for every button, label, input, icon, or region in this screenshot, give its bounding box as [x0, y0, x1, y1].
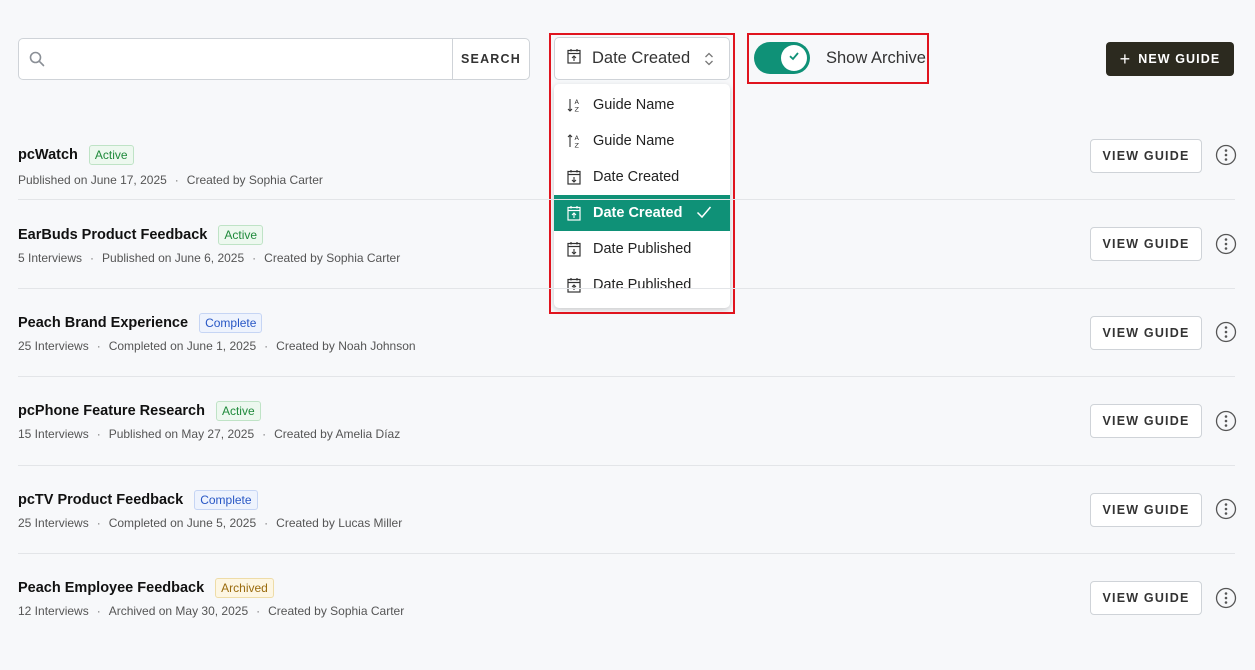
guide-meta: 25 Interviews · Completed on June 1, 202…	[18, 339, 416, 353]
guide-meta: Published on June 17, 2025 · Created by …	[18, 173, 323, 187]
new-guide-button[interactable]: + NEW GUIDE	[1106, 42, 1234, 76]
separator: ·	[256, 604, 261, 618]
separator: ·	[96, 427, 101, 441]
checkmark-icon	[788, 49, 800, 67]
interview-count: 25 Interviews	[18, 339, 89, 353]
interview-count: 15 Interviews	[18, 427, 89, 441]
view-guide-button[interactable]: VIEW GUIDE	[1090, 316, 1202, 350]
toggle-switch[interactable]	[754, 42, 810, 74]
created-by: Created by Lucas Miller	[276, 516, 403, 530]
archived-date: Archived on May 30, 2025	[108, 604, 249, 618]
separator: ·	[264, 516, 269, 530]
interview-count: 25 Interviews	[18, 516, 89, 530]
created-by: Created by Sophia Carter	[264, 251, 401, 265]
guide-meta: 15 Interviews · Published on May 27, 202…	[18, 427, 400, 441]
guide-title: Peach Employee Feedback	[18, 580, 205, 596]
sort-select[interactable]: Date Created	[554, 37, 730, 80]
published-date: Published on June 6, 2025	[102, 251, 245, 265]
view-guide-button[interactable]: VIEW GUIDE	[1090, 227, 1202, 261]
view-guide-button[interactable]: VIEW GUIDE	[1090, 493, 1202, 527]
guide-meta: 5 Interviews · Published on June 6, 2025…	[18, 251, 400, 265]
separator: ·	[252, 251, 257, 265]
calendar-arrow-up-icon	[567, 48, 581, 69]
plus-icon: +	[1119, 49, 1131, 69]
separator: ·	[262, 427, 267, 441]
list-item: Peach Brand Experience Complete 25 Inter…	[18, 289, 1237, 377]
guide-meta: 12 Interviews · Archived on May 30, 2025…	[18, 604, 404, 618]
separator: ·	[96, 516, 101, 530]
separator: ·	[96, 339, 101, 353]
status-badge: Complete	[199, 313, 263, 333]
status-badge: Active	[215, 401, 261, 421]
sort-alpha-down-icon: AZ	[567, 97, 581, 113]
status-badge: Archived	[215, 578, 274, 598]
separator: ·	[96, 604, 101, 618]
view-guide-button[interactable]: VIEW GUIDE	[1090, 581, 1202, 615]
status-badge: Active	[218, 225, 264, 245]
sort-select-value: Date Created	[592, 49, 691, 67]
interview-count: 12 Interviews	[18, 604, 89, 618]
chevron-up-down-icon	[697, 51, 721, 67]
list-item: Peach Employee Feedback Archived 12 Inte…	[18, 555, 1237, 643]
created-by: Created by Sophia Carter	[268, 604, 405, 618]
separator: ·	[264, 339, 269, 353]
search-icon	[19, 51, 55, 67]
interview-count: 5 Interviews	[18, 251, 83, 265]
guide-meta: 25 Interviews · Completed on June 5, 202…	[18, 516, 402, 530]
status-badge: Active	[88, 145, 134, 165]
new-guide-label: NEW GUIDE	[1138, 52, 1221, 66]
guide-title: pcPhone Feature Research	[18, 403, 205, 419]
more-options-icon[interactable]	[1215, 321, 1237, 343]
more-options-icon[interactable]	[1215, 144, 1237, 166]
created-by: Created by Amelia Díaz	[274, 427, 401, 441]
completed-date: Completed on June 1, 2025	[108, 339, 257, 353]
status-badge: Complete	[194, 490, 258, 510]
completed-date: Completed on June 5, 2025	[108, 516, 257, 530]
search-button[interactable]: SEARCH	[452, 39, 529, 79]
guide-title: pcTV Product Feedback	[18, 492, 184, 508]
search-input[interactable]	[55, 39, 452, 79]
toggle-knob	[781, 45, 807, 71]
view-guide-button[interactable]: VIEW GUIDE	[1090, 139, 1202, 173]
more-options-icon[interactable]	[1215, 410, 1237, 432]
separator: ·	[90, 251, 95, 265]
list-item: pcTV Product Feedback Complete 25 Interv…	[18, 466, 1237, 554]
published-date: Published on June 17, 2025	[18, 173, 167, 187]
more-options-icon[interactable]	[1215, 498, 1237, 520]
published-date: Published on May 27, 2025	[108, 427, 255, 441]
guide-title: EarBuds Product Feedback	[18, 227, 208, 243]
list-item: EarBuds Product Feedback Active 5 Interv…	[18, 201, 1237, 289]
more-options-icon[interactable]	[1215, 233, 1237, 255]
archive-toggle[interactable]: Show Archive	[754, 42, 926, 74]
archive-toggle-label: Show Archive	[826, 48, 926, 67]
more-options-icon[interactable]	[1215, 587, 1237, 609]
guide-title: pcWatch	[18, 147, 78, 163]
search-bar: SEARCH	[18, 38, 530, 80]
guide-title: Peach Brand Experience	[18, 315, 189, 331]
separator: ·	[174, 173, 179, 187]
sort-option-label: Guide Name	[593, 97, 675, 113]
list-item: pcPhone Feature Research Active 15 Inter…	[18, 378, 1237, 466]
created-by: Created by Noah Johnson	[276, 339, 416, 353]
list-item: pcWatch Active Published on June 17, 202…	[18, 112, 1237, 200]
created-by: Created by Sophia Carter	[186, 173, 323, 187]
view-guide-button[interactable]: VIEW GUIDE	[1090, 404, 1202, 438]
